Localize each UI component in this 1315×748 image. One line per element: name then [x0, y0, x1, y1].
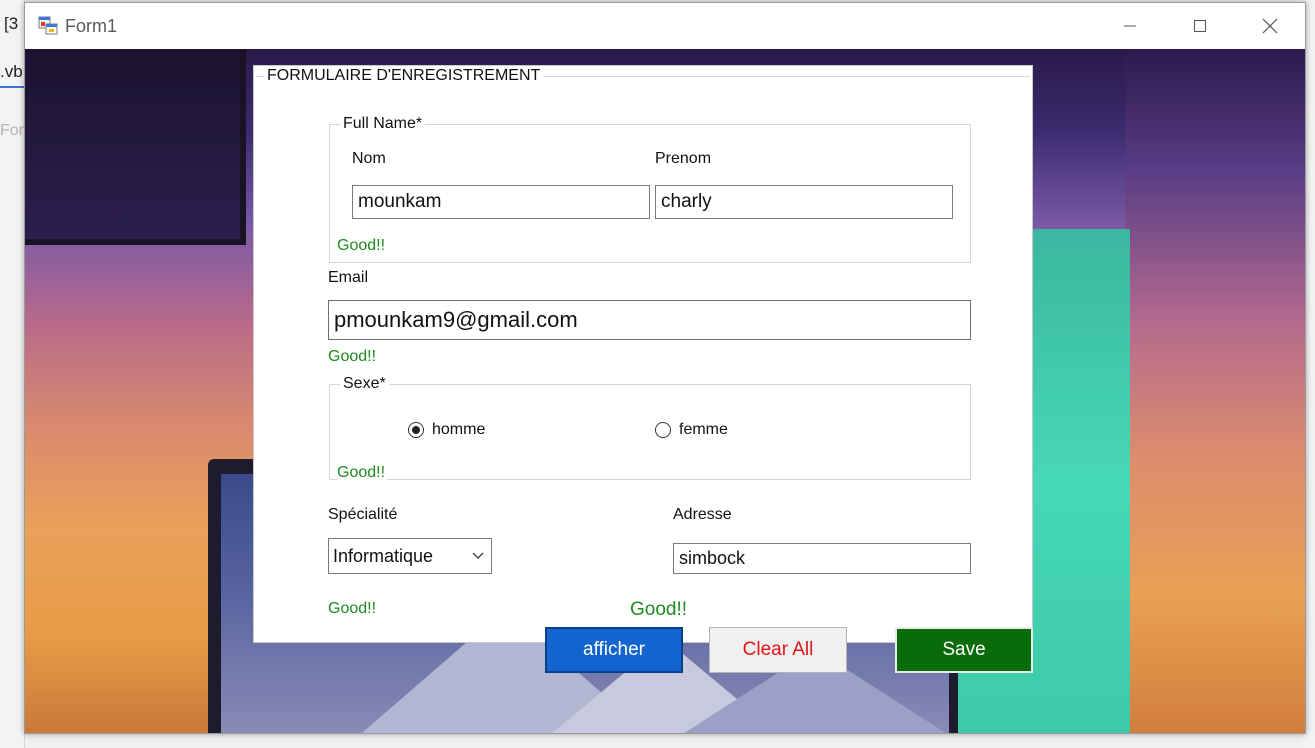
sexe-legend: Sexe* [340, 375, 389, 393]
specialite-label: Spécialité [328, 506, 398, 523]
minimize-icon [1124, 25, 1136, 27]
form1-window: Form1 FORMULAIRE D'ENREGISTREMENT Full N… [24, 2, 1306, 734]
clear-all-button[interactable]: Clear All [709, 627, 847, 673]
radio-femme[interactable]: femme [655, 421, 728, 439]
radio-homme[interactable]: homme [408, 421, 485, 439]
nom-input[interactable] [352, 185, 650, 219]
prenom-input[interactable] [655, 185, 953, 219]
ide-left-panel: [3 .vb For [0, 0, 25, 748]
full-name-status: Good!! [337, 237, 386, 254]
adresse-status: Good!! [630, 599, 688, 620]
maximize-icon [1194, 20, 1206, 32]
app-form-icon [38, 16, 58, 35]
radio-femme-label: femme [679, 421, 728, 438]
minimize-button[interactable] [1095, 3, 1165, 49]
background-photo-right [1125, 49, 1305, 733]
ide-faded-text: For [0, 122, 24, 139]
email-input[interactable] [328, 300, 971, 340]
window-title: Form1 [65, 16, 118, 36]
radio-homme-label: homme [432, 421, 486, 438]
ide-file-tab[interactable]: .vb [0, 62, 23, 82]
form-title: FORMULAIRE D'ENREGISTREMENT [264, 67, 544, 85]
afficher-button[interactable]: afficher [545, 627, 683, 673]
email-status: Good!! [328, 348, 377, 365]
registration-form-panel: FORMULAIRE D'ENREGISTREMENT Full Name* N… [253, 65, 1033, 643]
full-name-legend: Full Name* [340, 115, 426, 133]
specialite-dropdown[interactable]: Informatique [328, 538, 492, 574]
chevron-down-icon [472, 552, 484, 559]
radio-femme-circle[interactable] [655, 422, 671, 438]
sexe-status: Good!! [337, 464, 388, 482]
sexe-groupbox: Sexe* homme femme Good!! [329, 375, 971, 482]
close-button[interactable] [1235, 3, 1305, 49]
title-bar[interactable]: Form1 [25, 3, 1305, 49]
save-button[interactable]: Save [895, 627, 1033, 673]
prenom-label: Prenom [655, 150, 712, 167]
radio-homme-circle[interactable] [408, 422, 424, 438]
radio-selected-dot [412, 426, 420, 434]
full-name-groupbox: Full Name* Nom Prenom Good!! [329, 115, 971, 263]
nom-label: Nom [352, 150, 386, 167]
specialite-selected-value: Informatique [333, 545, 434, 566]
specialite-status: Good!! [328, 600, 377, 617]
adresse-input[interactable] [673, 543, 971, 574]
maximize-button[interactable] [1165, 3, 1235, 49]
ide-tab-text: [3 [4, 14, 19, 33]
close-icon [1262, 18, 1278, 34]
email-label: Email [328, 269, 369, 286]
background-photo-frame [25, 49, 246, 245]
ide-tab-underline [0, 86, 24, 88]
adresse-label: Adresse [673, 506, 732, 523]
